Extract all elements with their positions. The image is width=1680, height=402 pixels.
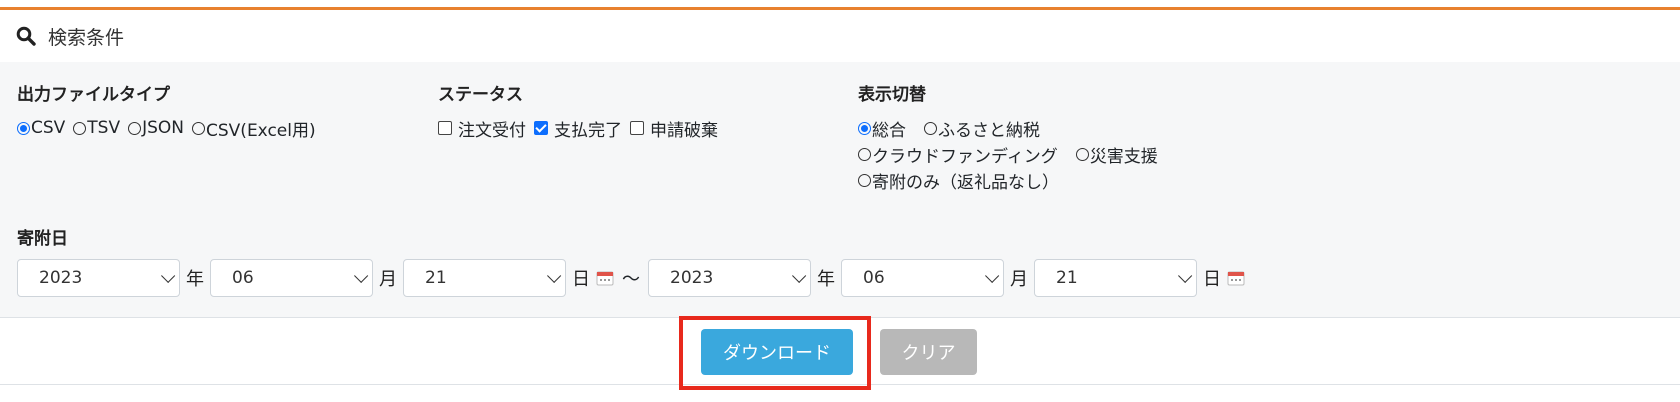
to-year-select[interactable]: 2023 xyxy=(648,259,811,297)
unit-month: 月 xyxy=(1010,269,1028,290)
from-month-value: 06 xyxy=(232,268,254,288)
from-day-select[interactable]: 21 xyxy=(403,259,566,297)
to-year-value: 2023 xyxy=(670,268,714,288)
search-icon xyxy=(16,25,38,47)
radio-label: CSV xyxy=(31,118,66,138)
to-month-value: 06 xyxy=(863,268,885,288)
display-switch-title: 表示切替 xyxy=(858,85,926,105)
radio-label: 総合 xyxy=(872,120,906,141)
status-options: 注文受付 支払完了 申請破棄 xyxy=(438,115,718,141)
unit-month: 月 xyxy=(379,269,397,290)
radio-tsv[interactable] xyxy=(73,121,87,135)
unit-day: 日 xyxy=(1203,269,1221,290)
chevron-down-icon xyxy=(985,268,1000,283)
radio-label: 災害支援 xyxy=(1089,146,1158,167)
radio-csv-excel[interactable] xyxy=(192,121,206,135)
radio-label: クラウドファンディング xyxy=(872,146,1058,167)
display-options-line-1: 総合 ふるさと納税 xyxy=(858,115,1158,141)
radio-label: CSV(Excel用) xyxy=(206,120,316,141)
radio-label: 寄附のみ（返礼品なし） xyxy=(872,172,1059,193)
to-day-value: 21 xyxy=(1056,268,1078,288)
to-month-select[interactable]: 06 xyxy=(841,259,1004,297)
chevron-down-icon xyxy=(547,268,562,283)
status-group: ステータス 注文受付 支払完了 申請破棄 xyxy=(438,80,718,141)
clear-button[interactable]: クリア xyxy=(880,329,977,375)
radio-label: JSON xyxy=(142,118,185,138)
radio-donation-only[interactable] xyxy=(858,173,871,187)
range-separator: ～ xyxy=(622,269,640,290)
radio-label: TSV xyxy=(87,118,121,138)
chevron-down-icon xyxy=(354,268,369,283)
search-conditions-body: 出力ファイルタイプ CSV TSV JSON CSV(Excel用) ステータス… xyxy=(0,62,1680,318)
from-year-value: 2023 xyxy=(39,268,83,288)
output-type-options: CSV TSV JSON CSV(Excel用) xyxy=(17,115,316,141)
to-day-select[interactable]: 21 xyxy=(1034,259,1197,297)
checkbox-application-cancelled[interactable] xyxy=(630,121,644,135)
donation-date-group: 寄附日 xyxy=(17,224,68,249)
radio-disaster-support[interactable] xyxy=(1075,147,1089,161)
from-month-select[interactable]: 06 xyxy=(210,259,373,297)
display-options-line-2: クラウドファンディング 災害支援 xyxy=(858,141,1158,167)
checkbox-payment-complete[interactable] xyxy=(534,121,548,135)
radio-label: ふるさと納税 xyxy=(938,120,1040,141)
checkbox-label: 注文受付 xyxy=(458,120,526,141)
output-type-group: 出力ファイルタイプ CSV TSV JSON CSV(Excel用) xyxy=(17,80,316,141)
donation-date-range: 2023 年 06 月 21 日 ～ 2023 年 06 月 21 日 xyxy=(17,259,1249,297)
output-type-title: 出力ファイルタイプ xyxy=(17,85,170,105)
radio-json[interactable] xyxy=(128,121,142,135)
radio-crowdfunding[interactable] xyxy=(858,147,871,161)
radio-furusato-tax[interactable] xyxy=(924,121,937,135)
calendar-icon[interactable] xyxy=(1227,270,1245,286)
calendar-icon[interactable] xyxy=(596,270,614,286)
chevron-down-icon xyxy=(1178,268,1193,283)
search-panel-header: 検索条件 xyxy=(0,10,1680,63)
download-button[interactable]: ダウンロード xyxy=(701,329,853,375)
panel-title: 検索条件 xyxy=(48,26,125,49)
donation-date-title: 寄附日 xyxy=(17,229,68,249)
unit-year: 年 xyxy=(186,269,204,290)
radio-csv[interactable] xyxy=(17,121,30,135)
display-switch-group: 表示切替 総合 ふるさと納税 クラウドファンディング 災害支援 寄附のみ（返礼品… xyxy=(858,80,1158,193)
from-day-value: 21 xyxy=(425,268,447,288)
checkbox-order-received[interactable] xyxy=(438,121,452,135)
from-year-select[interactable]: 2023 xyxy=(17,259,180,297)
unit-year: 年 xyxy=(817,269,835,290)
radio-all[interactable] xyxy=(858,121,871,135)
unit-day: 日 xyxy=(572,269,590,290)
checkbox-label: 申請破棄 xyxy=(650,120,718,141)
chevron-down-icon xyxy=(161,268,176,283)
display-options-line-3: 寄附のみ（返礼品なし） xyxy=(858,167,1158,193)
checkbox-label: 支払完了 xyxy=(554,120,622,141)
chevron-down-icon xyxy=(792,268,807,283)
status-title: ステータス xyxy=(438,85,523,105)
